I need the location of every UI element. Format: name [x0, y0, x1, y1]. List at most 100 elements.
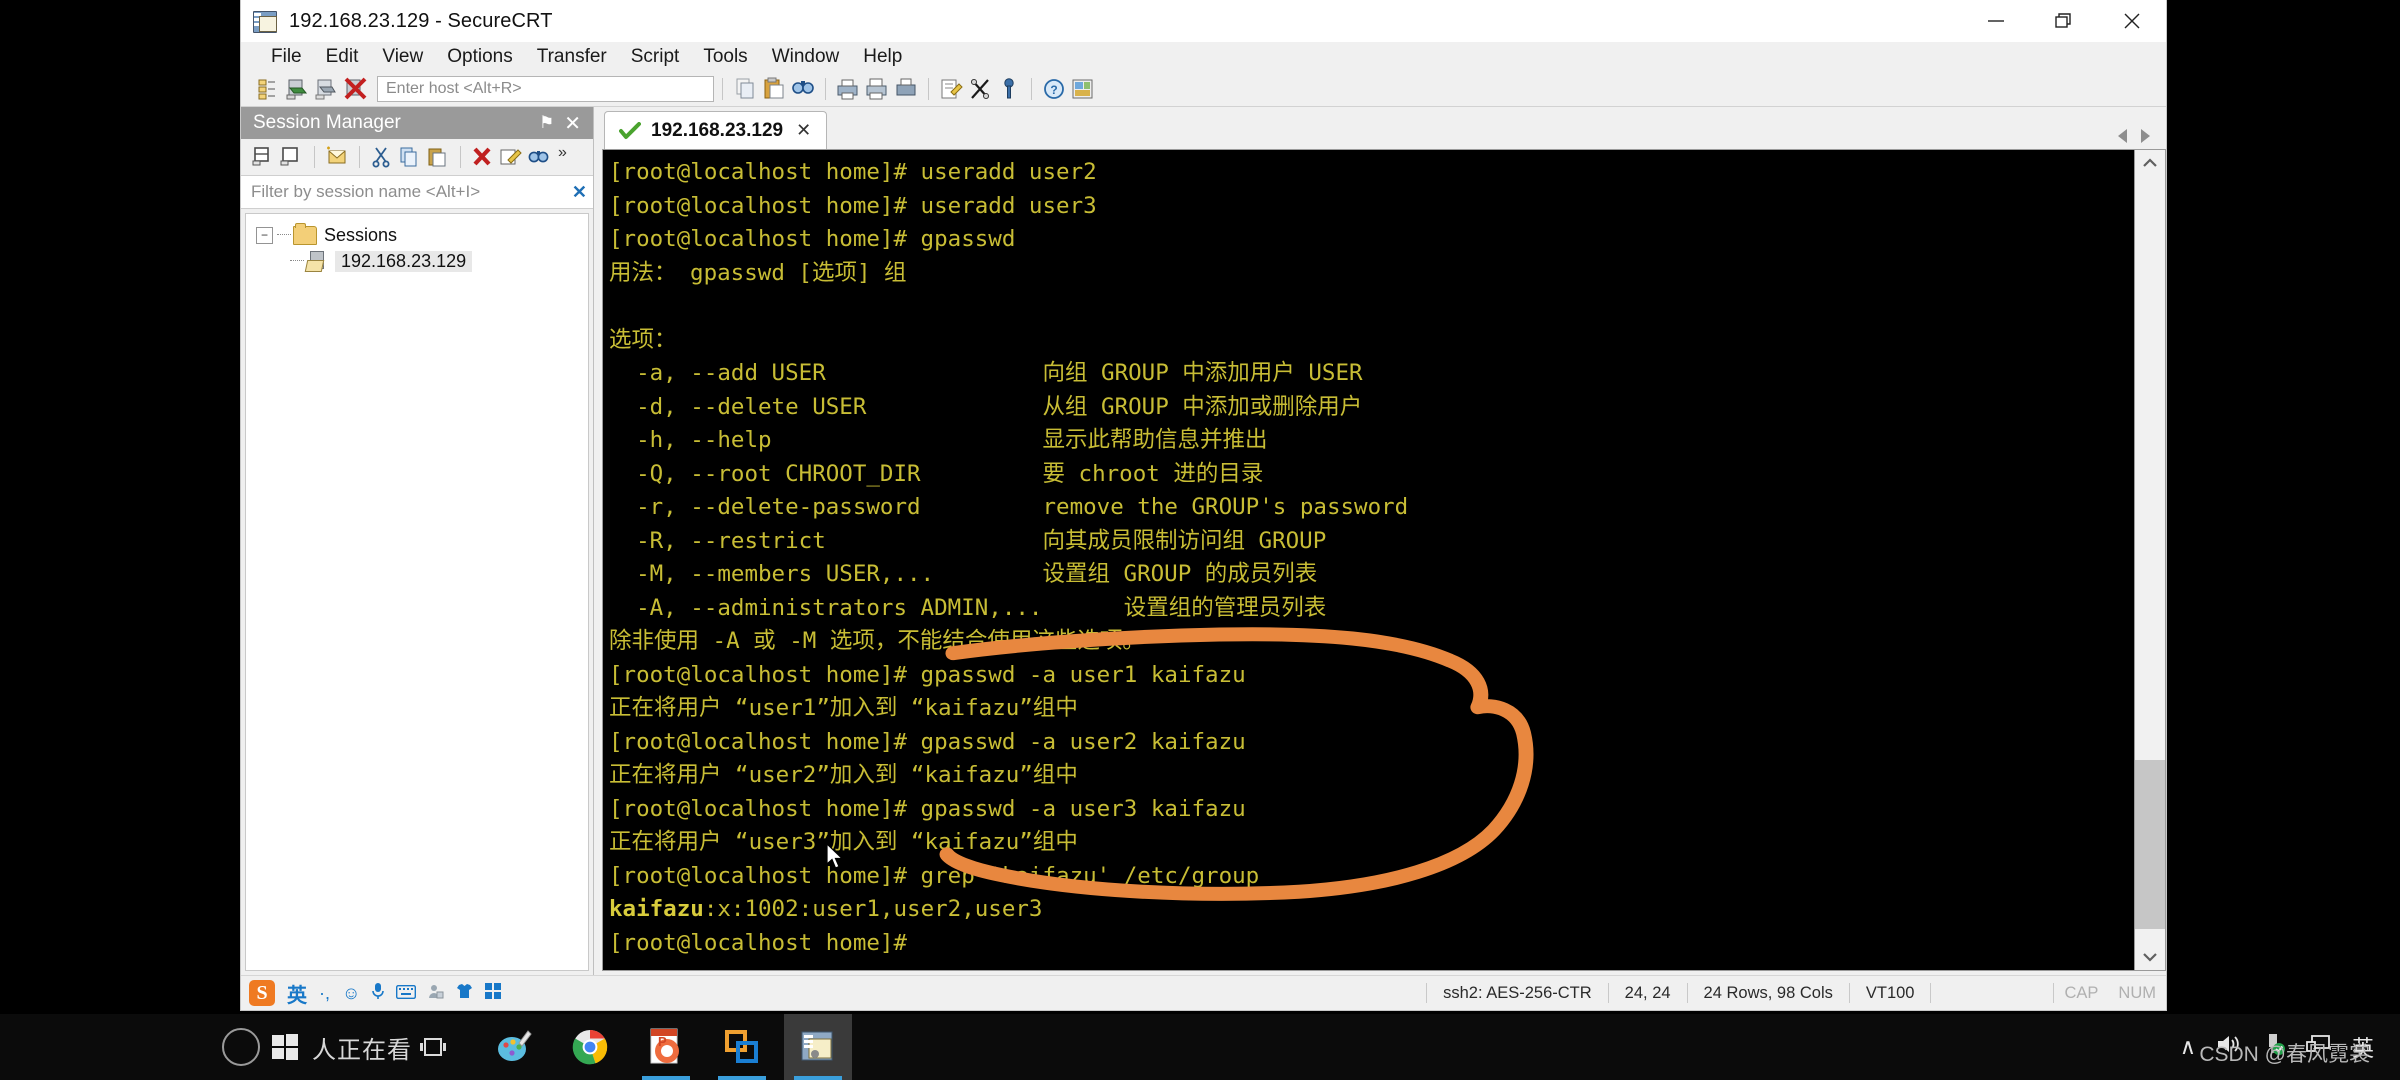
menu-options[interactable]: Options: [435, 44, 524, 70]
minimize-button[interactable]: [1962, 0, 2030, 42]
menu-tools[interactable]: Tools: [691, 44, 759, 70]
menu-file[interactable]: File: [259, 44, 314, 70]
paste-icon[interactable]: [425, 145, 451, 169]
key-icon[interactable]: [995, 76, 1023, 102]
windows-taskbar: 人正在看 P ∧ 英 CSDN @春风霓裳: [0, 1014, 2400, 1080]
window-titlebar[interactable]: 192.168.23.129 - SecureCRT: [241, 0, 2166, 42]
mouse-cursor: [826, 843, 844, 869]
emoji-icon[interactable]: ☺: [342, 983, 360, 1004]
connect-sftp-icon[interactable]: [313, 76, 341, 102]
menu-transfer[interactable]: Transfer: [525, 44, 619, 70]
running-indicator: [642, 1076, 690, 1080]
voice-input-icon[interactable]: [372, 982, 385, 1005]
session-manager-icon[interactable]: [255, 76, 283, 102]
tree-node-sessions[interactable]: − Sessions: [256, 222, 588, 248]
securecrt-window: 192.168.23.129 - SecureCRT File Edit Vie…: [240, 0, 2167, 1011]
terminal-line: -M, --members USER,... 设置组 GROUP 的成员列表: [609, 561, 1318, 587]
paste-icon[interactable]: [760, 76, 788, 102]
taskbar-app-securecrt[interactable]: [784, 1014, 852, 1080]
expander-icon[interactable]: −: [256, 226, 273, 244]
terminal-screen[interactable]: [root@localhost home]# useradd user2 [roo…: [602, 149, 2135, 971]
overflow-icon[interactable]: »: [554, 144, 580, 169]
tree-session-label: 192.168.23.129: [335, 250, 473, 272]
status-spacer: [1931, 983, 2055, 1003]
taskbar-app-vmware-workstation[interactable]: [708, 1014, 776, 1080]
menu-icon[interactable]: [485, 982, 502, 1004]
scrollbar-track[interactable]: [2135, 176, 2165, 944]
new-session-icon[interactable]: [324, 145, 350, 169]
transfer-icon[interactable]: [966, 76, 994, 102]
taskbar-app-paint-3d[interactable]: [480, 1014, 548, 1080]
terminal-scrollbar[interactable]: [2135, 149, 2166, 971]
log-session-icon[interactable]: [937, 76, 965, 102]
find-icon[interactable]: [526, 145, 552, 169]
right-arrow-icon[interactable]: [2141, 129, 2150, 143]
sogou-logo-icon[interactable]: S: [249, 980, 275, 1006]
scroll-down-button[interactable]: [2135, 944, 2165, 970]
skin-icon[interactable]: [456, 983, 473, 1004]
pin-icon[interactable]: ⚑: [535, 113, 558, 133]
task-view-button[interactable]: [412, 1014, 454, 1080]
copy-icon[interactable]: [397, 145, 423, 169]
status-screen-size: 24 Rows, 98 Cols: [1688, 983, 1850, 1003]
close-button[interactable]: [2098, 0, 2166, 42]
terminal-line: [root@localhost home]# gpasswd -a user2 …: [609, 728, 1246, 755]
menu-help[interactable]: Help: [851, 44, 914, 70]
punctuation-icon[interactable]: ·,: [319, 983, 330, 1004]
start-button[interactable]: [260, 1014, 310, 1080]
print-icon[interactable]: [834, 76, 862, 102]
taskbar-app-powerpoint[interactable]: P: [632, 1014, 700, 1080]
terminal-line: 除非使用 -A 或 -M 选项，不能结合使用这些选项。: [609, 628, 1145, 654]
restore-button[interactable]: [2030, 0, 2098, 42]
soft-keyboard-icon[interactable]: [396, 983, 417, 1004]
connect-session-icon[interactable]: [251, 145, 277, 169]
menu-script[interactable]: Script: [619, 44, 692, 70]
tab-label: 192.168.23.129: [651, 119, 784, 141]
watermark: CSDN @春风霓裳: [2199, 1043, 2370, 1066]
connect-folder-icon[interactable]: [279, 145, 305, 169]
print-selection-icon[interactable]: [863, 76, 891, 102]
delete-icon[interactable]: [470, 145, 496, 169]
ime-mode-label[interactable]: 英: [287, 979, 307, 1008]
terminal-line: [root@localhost home]# gpasswd: [609, 226, 1016, 252]
clear-filter-icon[interactable]: ✕: [572, 182, 587, 203]
terminal-line: [root@localhost home]# useradd user2: [609, 159, 1097, 185]
status-cells: ssh2: AES-256-CTR 24, 24 24 Rows, 98 Col…: [1426, 976, 2166, 1010]
taskbar-app-google-chrome[interactable]: [556, 1014, 624, 1080]
close-panel-icon[interactable]: ✕: [558, 111, 587, 136]
terminal-line: [root@localhost home]# gpasswd -a user3 …: [609, 795, 1246, 822]
disconnect-icon[interactable]: [342, 76, 370, 102]
search-box[interactable]: 人正在看: [310, 1014, 412, 1080]
scrollbar-thumb[interactable]: [2135, 759, 2165, 929]
menu-window[interactable]: Window: [760, 44, 852, 70]
scroll-up-button[interactable]: [2135, 150, 2165, 176]
tab-close-icon[interactable]: ✕: [793, 120, 814, 141]
sm-separator-2: [359, 146, 360, 168]
user-icon[interactable]: [428, 983, 444, 1004]
copy-icon[interactable]: [731, 76, 759, 102]
session-manager-panel: Session Manager ⚑ ✕ » Filter by session …: [241, 107, 594, 975]
menu-edit[interactable]: Edit: [314, 44, 371, 70]
terminal-line: -d, --delete USER 从组 GROUP 中添加或删除用户: [609, 393, 1363, 420]
cut-icon[interactable]: [369, 145, 395, 169]
tree-node-session[interactable]: 192.168.23.129: [256, 248, 588, 274]
print-page-icon[interactable]: [892, 76, 920, 102]
left-arrow-icon[interactable]: [2118, 129, 2127, 143]
tab-192-168-23-129[interactable]: 192.168.23.129 ✕: [604, 111, 828, 149]
host-input[interactable]: Enter host <Alt+R>: [377, 76, 714, 102]
terminal-line: kaifazu:x:1002:user1,user2,user3: [609, 896, 1043, 922]
toolbar-separator-3: [928, 78, 929, 100]
connect-icon[interactable]: [284, 76, 312, 102]
terminal-line: [root@localhost home]# gpasswd -a user1 …: [609, 661, 1246, 688]
help-icon[interactable]: ?: [1040, 76, 1068, 102]
properties-icon[interactable]: [1069, 76, 1097, 102]
securecrt-icon: [253, 9, 279, 33]
taskbar-apps: P: [480, 1014, 852, 1080]
rename-icon[interactable]: [498, 145, 524, 169]
menu-view[interactable]: View: [370, 44, 435, 70]
find-icon[interactable]: [789, 76, 817, 102]
show-hidden-icons-chevron[interactable]: ∧: [2180, 1034, 2196, 1060]
session-filter[interactable]: Filter by session name <Alt+I> ✕: [241, 176, 593, 209]
cortana-circle-icon[interactable]: [222, 1028, 260, 1066]
